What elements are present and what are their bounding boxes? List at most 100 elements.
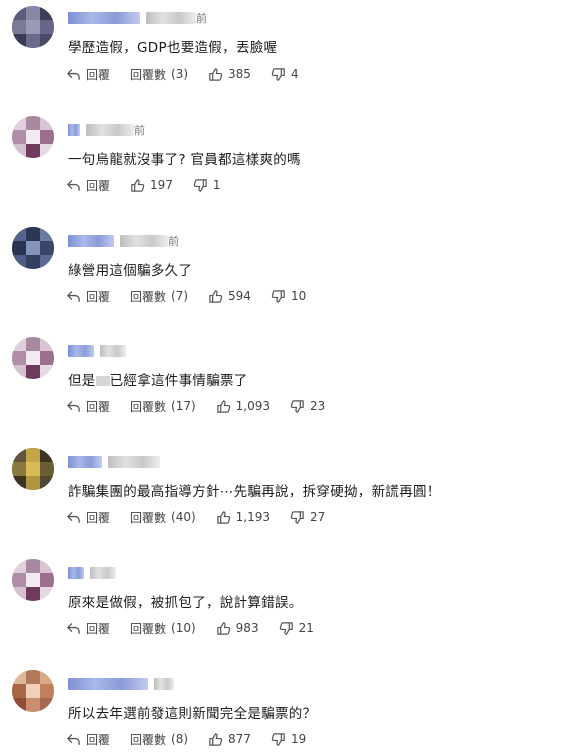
reply-button[interactable]: 回覆 bbox=[66, 509, 110, 526]
reply-label: 回覆 bbox=[86, 67, 111, 82]
comment-text: 學歷造假，GDP也要造假，丟臉喔 bbox=[68, 40, 278, 56]
reply-label: 回覆 bbox=[86, 621, 111, 636]
reply-label: 回覆 bbox=[86, 399, 111, 414]
username[interactable] bbox=[68, 678, 148, 690]
reply-icon bbox=[67, 68, 80, 80]
like-count: 1,093 bbox=[235, 399, 271, 413]
like-button[interactable]: 1,093 bbox=[216, 399, 270, 414]
replies-count-button[interactable]: 回覆數 (10) bbox=[130, 620, 196, 637]
thumbs-up-icon bbox=[209, 67, 223, 81]
replies-label: 回覆數 bbox=[130, 67, 167, 82]
replies-count: (10) bbox=[171, 621, 196, 635]
timestamp bbox=[90, 567, 116, 579]
reply-label: 回覆 bbox=[86, 289, 111, 304]
dislike-button[interactable]: 1 bbox=[193, 178, 221, 193]
comment-text: 詐騙集團的最高指導方針⋯先騙再說，拆穿硬拗，新謊再圓！ bbox=[68, 484, 441, 500]
username[interactable] bbox=[68, 345, 94, 357]
dislike-button[interactable]: 10 bbox=[271, 289, 306, 304]
avatar[interactable] bbox=[12, 337, 54, 379]
reply-button[interactable]: 回覆 bbox=[66, 731, 110, 748]
thumbs-up-icon bbox=[209, 732, 223, 746]
like-button[interactable]: 385 bbox=[208, 67, 251, 82]
thumbs-up-icon bbox=[209, 289, 223, 303]
like-count: 983 bbox=[235, 621, 259, 635]
replies-count-button[interactable]: 回覆數 (3) bbox=[130, 66, 188, 83]
reply-label: 回覆 bbox=[86, 178, 111, 193]
replies-label: 回覆數 bbox=[130, 732, 167, 747]
comment-text: 但是 已經拿這件事情騙票了 bbox=[68, 369, 248, 389]
reply-button[interactable]: 回覆 bbox=[66, 66, 110, 83]
dislike-button[interactable]: 27 bbox=[290, 510, 325, 525]
replies-label: 回覆數 bbox=[130, 510, 167, 525]
thumbs-up-icon bbox=[131, 178, 145, 192]
avatar[interactable] bbox=[12, 227, 54, 269]
reply-button[interactable]: 回覆 bbox=[66, 398, 110, 415]
replies-count: (3) bbox=[171, 67, 189, 81]
like-button[interactable]: 197 bbox=[130, 178, 173, 193]
username[interactable] bbox=[68, 12, 140, 24]
comment-text: 綠營用這個騙多久了 bbox=[68, 263, 193, 279]
avatar[interactable] bbox=[12, 116, 54, 158]
replies-count-button[interactable]: 回覆數 (8) bbox=[130, 731, 188, 748]
dislike-count: 21 bbox=[298, 621, 314, 635]
reply-icon bbox=[67, 622, 80, 634]
like-count: 877 bbox=[228, 732, 251, 746]
comment-text-after: 已經拿這件事情騙票了 bbox=[109, 373, 248, 389]
dislike-button[interactable]: 21 bbox=[279, 621, 314, 636]
reply-button[interactable]: 回覆 bbox=[66, 177, 110, 194]
replies-count-button[interactable]: 回覆數 (17) bbox=[130, 398, 196, 415]
reply-button[interactable]: 回覆 bbox=[66, 620, 110, 637]
timestamp bbox=[146, 12, 196, 24]
avatar[interactable] bbox=[12, 559, 54, 601]
reply-label: 回覆 bbox=[86, 510, 111, 525]
dislike-count: 27 bbox=[310, 510, 326, 524]
username[interactable] bbox=[68, 235, 114, 247]
thumbs-down-icon bbox=[271, 67, 285, 81]
dislike-count: 1 bbox=[212, 178, 221, 192]
timestamp-suffix: 前 bbox=[168, 235, 179, 248]
replies-label: 回覆數 bbox=[130, 399, 167, 414]
reply-icon bbox=[67, 179, 80, 191]
dislike-count: 10 bbox=[290, 289, 307, 303]
like-button[interactable]: 594 bbox=[208, 289, 251, 304]
thumbs-down-icon bbox=[290, 510, 304, 524]
reply-icon bbox=[67, 733, 80, 745]
comment-text-before: 但是 bbox=[68, 373, 96, 389]
like-count: 1,193 bbox=[235, 510, 271, 524]
replies-count-button[interactable]: 回覆數 (7) bbox=[130, 288, 188, 305]
like-button[interactable]: 1,193 bbox=[216, 510, 270, 525]
username[interactable] bbox=[68, 456, 102, 468]
redacted-word bbox=[95, 376, 110, 386]
dislike-button[interactable]: 23 bbox=[290, 399, 325, 414]
thumbs-up-icon bbox=[216, 399, 230, 413]
timestamp-suffix: 前 bbox=[196, 12, 207, 25]
replies-label: 回覆數 bbox=[130, 289, 167, 304]
reply-label: 回覆 bbox=[86, 732, 111, 747]
replies-count-button[interactable]: 回覆數 (40) bbox=[130, 509, 196, 526]
replies-count: (7) bbox=[171, 289, 189, 303]
timestamp bbox=[154, 678, 174, 690]
username[interactable] bbox=[68, 124, 80, 136]
thumbs-down-icon bbox=[271, 289, 285, 303]
timestamp-suffix: 前 bbox=[134, 124, 145, 137]
comment-text: 所以去年選前發這則新聞完全是騙票的？ bbox=[68, 706, 317, 722]
like-button[interactable]: 983 bbox=[216, 621, 259, 636]
avatar[interactable] bbox=[12, 670, 54, 712]
thumbs-down-icon bbox=[193, 178, 207, 192]
replies-label: 回覆數 bbox=[130, 621, 167, 636]
reply-button[interactable]: 回覆 bbox=[66, 288, 110, 305]
timestamp bbox=[100, 345, 126, 357]
like-count: 385 bbox=[228, 67, 251, 81]
avatar[interactable] bbox=[12, 6, 54, 48]
like-count: 197 bbox=[150, 178, 173, 192]
like-count: 594 bbox=[228, 289, 251, 303]
timestamp bbox=[108, 456, 160, 468]
dislike-button[interactable]: 19 bbox=[271, 732, 306, 747]
dislike-button[interactable]: 4 bbox=[271, 67, 299, 82]
like-button[interactable]: 877 bbox=[208, 732, 251, 747]
username[interactable] bbox=[68, 567, 84, 579]
dislike-count: 23 bbox=[310, 399, 326, 413]
dislike-count: 19 bbox=[290, 732, 307, 746]
thumbs-up-icon bbox=[216, 510, 230, 524]
avatar[interactable] bbox=[12, 448, 54, 490]
